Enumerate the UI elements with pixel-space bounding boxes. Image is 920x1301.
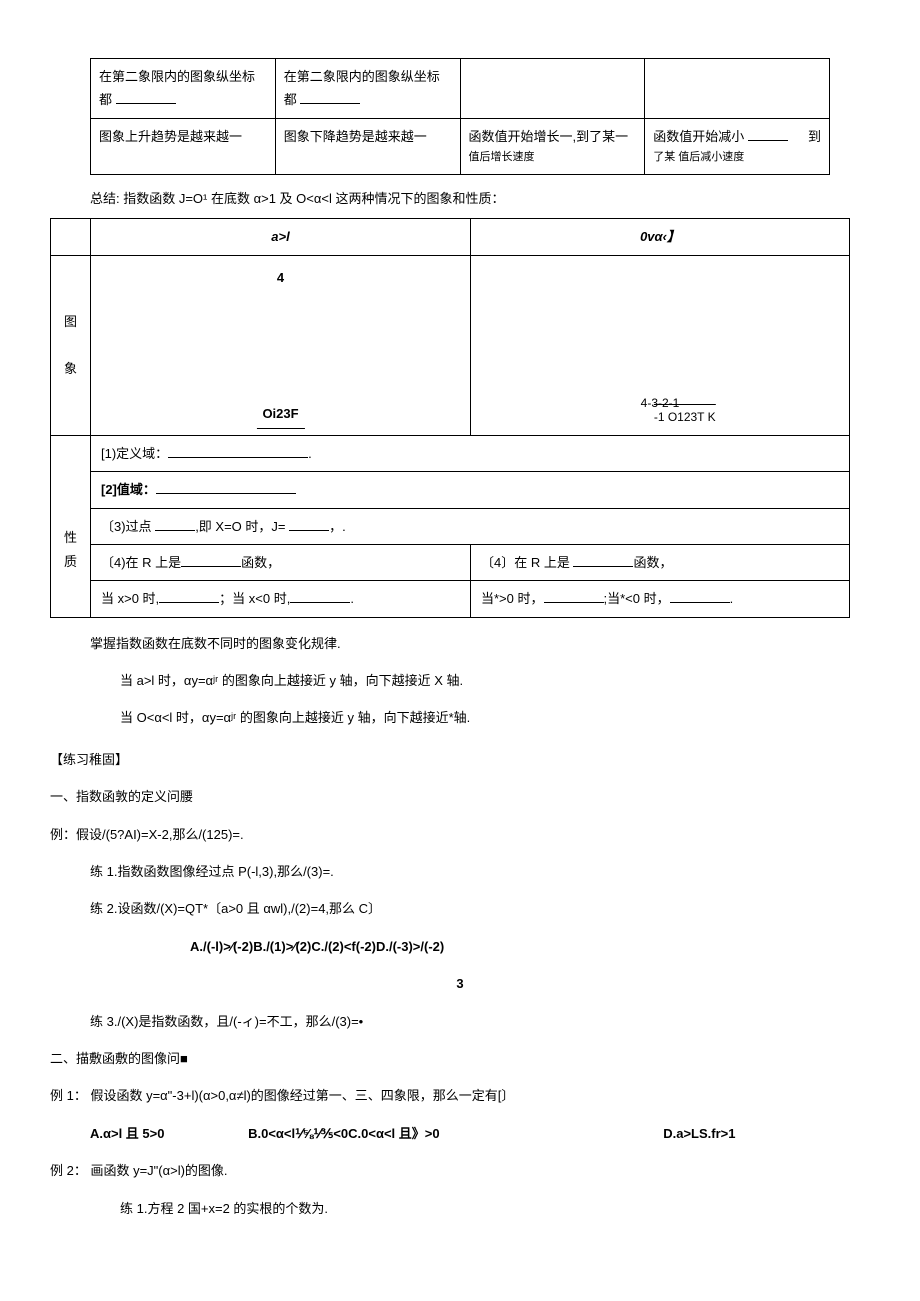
option-bc: B.0<α<l⅟⅝⅟⅗<0C.0<α<l 且》>0 (248, 1122, 440, 1145)
cell-text: 函数值开始增长一,到了某一 (469, 125, 637, 148)
example-text: 例 2： 画函数 y=J"(α>l)的图像. (50, 1159, 870, 1182)
label-three: 3 (50, 972, 870, 995)
practice-item: 练 2.设函数/(X)=QT*〔a>0 且 αwl),/(2)=4,那么 C〕 (90, 897, 870, 920)
graph-label: 4 (277, 266, 284, 289)
blank (290, 590, 350, 603)
property-text: 〔4)在 R 上是 (101, 555, 181, 570)
property-text: ,即 X=O 时，J= (195, 519, 285, 534)
blank (573, 554, 633, 567)
blank (156, 481, 296, 494)
practice-item: 练 1.方程 2 国+x=2 的实根的个数为. (120, 1197, 870, 1220)
option-d: D.a>LS.fr>1 (663, 1122, 735, 1145)
example-text: 例：假设/(5?AI)=X-2,那么/(125)=. (50, 823, 870, 846)
blank (670, 590, 730, 603)
property-text: ;当*<0 时， (604, 591, 670, 606)
col-header-a-gt-1: a>l (91, 219, 471, 255)
blank (159, 590, 219, 603)
graph-axis-label: -1 O123T K (654, 404, 716, 429)
col-header-a-lt-1: 0vα‹】 (471, 219, 850, 255)
note-text: 掌握指数函数在底数不同时的图象变化规律. (90, 632, 870, 655)
property-text: ；当 x<0 时, (219, 591, 290, 606)
blank (289, 518, 329, 531)
blank (155, 518, 195, 531)
property-text: [2]值域： (101, 482, 156, 497)
blank (544, 590, 604, 603)
cell-text: 值后增长速度 (469, 148, 637, 168)
property-text: 当*>0 时， (481, 591, 544, 606)
section-title: 一、指数函敦的定义问腰 (50, 785, 870, 808)
summary-text: 总结: 指数函数 J=O¹ 在底数 α>1 及 O<α<l 这两种情况下的图象和… (90, 187, 870, 210)
practice-item: 练 1.指数函数图像经过点 P(-l,3),那么/(3)=. (90, 860, 870, 883)
graph-axis-label: Oi23F (256, 402, 304, 428)
table-quadrant-behavior: 在第二象限内的图象纵坐标都 在第二象限内的图象纵坐标都 图象上升趋势是越来越一 … (90, 58, 830, 175)
blank (748, 128, 788, 141)
property-text: 当 x>0 时, (101, 591, 159, 606)
practice-item: 练 3./(X)是指数函数，且/(-ィ)=不工，那么/(3)=• (90, 1010, 870, 1033)
row-label: 性 (64, 530, 77, 545)
blank (181, 554, 241, 567)
example-text: 例 1： 假设函数 y=α"-3+l)(α>0,α≠l)的图像经过第一、三、四象… (50, 1084, 870, 1107)
property-text: [1)定义域： (101, 446, 168, 461)
note-text: 当 O<α<l 时，αy=αʲʳ 的图象向上越接近 y 轴，向下越接近*轴. (120, 706, 870, 729)
section-title: 二、描敷函敷的图像问■ (50, 1047, 870, 1070)
property-text: ，. (329, 519, 346, 534)
blank (168, 445, 308, 458)
blank (300, 91, 360, 104)
cell-text: 到 (808, 125, 821, 148)
table-exponential-properties: a>l 0vα‹】 图象 4 Oi23F 4-3-2-1 -1 O123T K … (50, 218, 850, 617)
row-label: 象 (64, 361, 77, 376)
note-text: 当 a>l 时，αy=αʲʳ 的图象向上越接近 y 轴，向下越接近 X 轴. (120, 669, 870, 692)
row-label: 图 (64, 314, 77, 329)
property-text: 函数， (241, 555, 280, 570)
cell-text: 图象下降趋势是越来越一 (275, 118, 460, 174)
cell-text: 函数值开始减小 (653, 129, 744, 144)
option-a: A.α>l 且 5>0 (90, 1122, 164, 1145)
property-text: 函数， (633, 555, 672, 570)
cell-text: 了某 值后减小速度 (653, 148, 821, 168)
row-label: 质 (64, 554, 77, 569)
practice-heading: 【练习稚固】 (50, 748, 870, 771)
property-text: 〔3)过点 (101, 519, 152, 534)
cell-text: 图象上升趋势是越来越一 (91, 118, 276, 174)
blank (116, 91, 176, 104)
property-text: 〔4〕在 R 上是 (481, 555, 570, 570)
practice-options: A./(-l)>∕(-2)B./(1)>∕(2)C./(2)<f(-2)D./(… (190, 935, 870, 958)
